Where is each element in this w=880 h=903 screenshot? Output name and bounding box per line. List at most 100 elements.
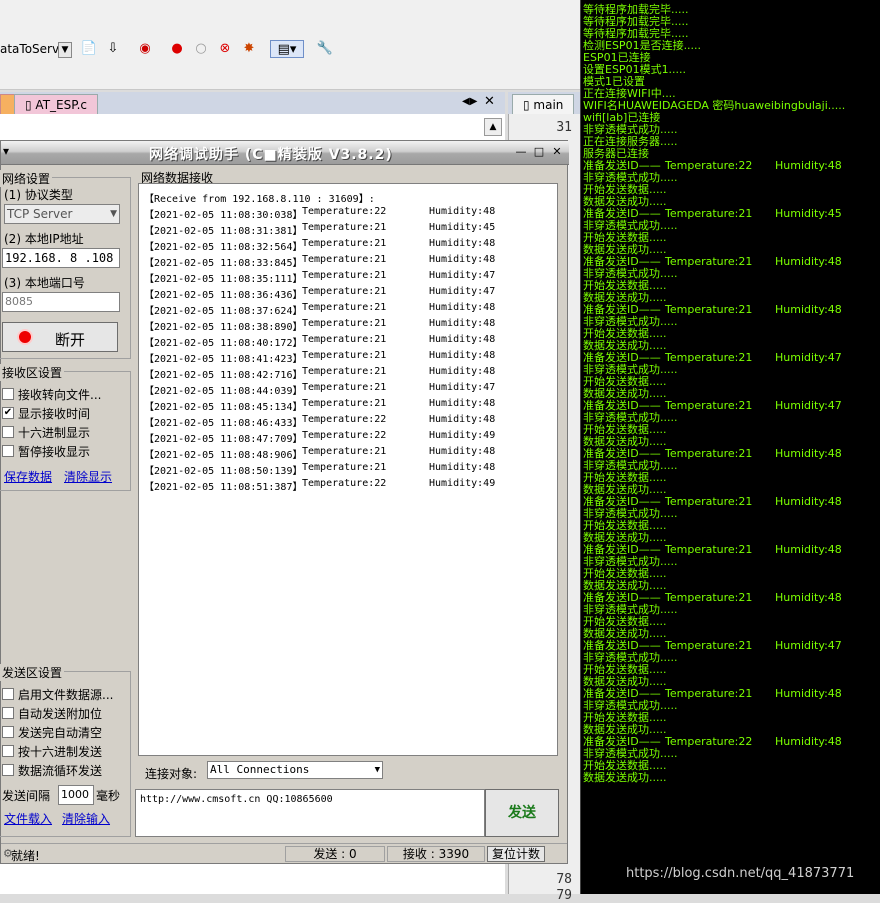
menu-icon[interactable]: ▾ bbox=[3, 144, 9, 158]
log-humidity: Humidity:47 bbox=[429, 270, 496, 281]
window-layout-icon[interactable]: ▤▾ bbox=[270, 40, 304, 58]
scroll-up-icon[interactable]: ▲ bbox=[484, 118, 502, 136]
terminal-humidity: Humidity:48 bbox=[775, 447, 842, 460]
terminal-humidity: Humidity:48 bbox=[775, 303, 842, 316]
terminal-line: 数据发送成功..... bbox=[583, 771, 667, 784]
minimize-icon[interactable]: — bbox=[513, 144, 529, 160]
watermark: https://blog.csdn.net/qq_41873771 bbox=[626, 866, 855, 881]
checkbox-checked[interactable]: ✔ bbox=[2, 407, 14, 419]
checkbox[interactable] bbox=[2, 764, 14, 776]
log-temperature: Temperature:21 bbox=[302, 398, 387, 409]
checkbox[interactable] bbox=[2, 445, 14, 457]
terminal-temperature: Temperature:21 bbox=[665, 255, 753, 268]
network-assistant-window: ▾ 网络调试助手 (C■精装版 V3.8.2) — □ ✕ 网络设置 (1) 协… bbox=[0, 140, 569, 864]
disconnect-button[interactable]: 断开 bbox=[2, 322, 118, 352]
download-icon[interactable]: ⇩ bbox=[104, 40, 122, 58]
send-input[interactable]: http://www.cmsoft.cn QQ:10865600 bbox=[135, 789, 485, 837]
interval-label: 发送间隔 bbox=[2, 789, 51, 803]
log-humidity: Humidity:47 bbox=[429, 286, 496, 297]
debug-icon[interactable]: ◉ bbox=[136, 40, 154, 58]
window-titlebar[interactable]: ▾ 网络调试助手 (C■精装版 V3.8.2) — □ ✕ bbox=[1, 141, 569, 165]
log-timestamp: 【2021-02-05 11:08:36:436】 bbox=[144, 290, 303, 301]
clear-display-link[interactable]: 清除显示 bbox=[64, 468, 112, 485]
log-humidity: Humidity:48 bbox=[429, 254, 496, 265]
checkbox[interactable] bbox=[2, 726, 14, 738]
receive-log[interactable]: 【Receive from 192.168.8.110 : 31609】: 【2… bbox=[138, 183, 558, 756]
status-bar: ⚙ 就绪! 发送 : 0 接收 : 3390 复位计数 bbox=[1, 843, 567, 863]
maximize-icon[interactable]: □ bbox=[531, 144, 547, 160]
log-humidity: Humidity:48 bbox=[429, 302, 496, 313]
connection-select[interactable]: All Connections ▼ bbox=[207, 761, 383, 779]
breakpoint-clear-icon[interactable]: ⊗ bbox=[216, 40, 234, 58]
load-icon[interactable]: 📄 bbox=[80, 40, 98, 58]
option-label[interactable]: 数据流循环发送 bbox=[18, 762, 102, 779]
ide-tab-at-esp[interactable]: ▯ AT_ESP.c bbox=[14, 94, 99, 114]
close-icon[interactable]: ✕ bbox=[484, 94, 495, 109]
interval-field[interactable]: 1000 bbox=[58, 785, 94, 805]
receive-settings-group: 接收区设置 接收转向文件... ✔ 显示接收时间 十六进制显示 暂停接收显示 保… bbox=[0, 364, 131, 491]
log-temperature: Temperature:21 bbox=[302, 222, 387, 233]
send-button[interactable]: 发送 bbox=[485, 789, 559, 837]
ip-label: (2) 本地IP地址 bbox=[4, 232, 84, 246]
log-temperature: Temperature:22 bbox=[302, 414, 387, 425]
kill-breakpoints-icon[interactable]: ✸ bbox=[240, 40, 258, 58]
interval-unit: 毫秒 bbox=[96, 789, 121, 803]
log-humidity: Humidity:48 bbox=[429, 414, 496, 425]
status-led-icon bbox=[17, 329, 33, 345]
file-load-link[interactable]: 文件载入 bbox=[4, 810, 52, 827]
log-timestamp: 【2021-02-05 11:08:51:387】 bbox=[144, 482, 303, 493]
chevron-down-icon[interactable]: ▼ bbox=[110, 205, 117, 223]
close-icon[interactable]: ✕ bbox=[549, 144, 565, 160]
terminal-temperature: Temperature:21 bbox=[665, 639, 753, 652]
terminal-temperature: Temperature:21 bbox=[665, 207, 753, 220]
option-label[interactable]: 暂停接收显示 bbox=[18, 443, 90, 460]
wrench-icon[interactable]: 🔧 bbox=[316, 40, 334, 58]
protocol-select[interactable]: TCP Server ▼ bbox=[4, 204, 120, 224]
breakpoint-icon[interactable]: ● bbox=[168, 40, 186, 58]
line-number: 79 bbox=[556, 888, 572, 903]
ide-tab-bar-right: ▯ main bbox=[508, 92, 580, 114]
breakpoint-disable-icon[interactable]: ○ bbox=[192, 40, 210, 58]
tab-scroll-icon[interactable]: ◀▶ bbox=[462, 96, 477, 107]
option-label[interactable]: 自动发送附加位 bbox=[18, 705, 102, 722]
option-label[interactable]: 发送完自动清空 bbox=[18, 724, 102, 741]
option-label[interactable]: 按十六进制发送 bbox=[18, 743, 102, 760]
terminal-humidity: Humidity:48 bbox=[775, 255, 842, 268]
chevron-down-icon[interactable]: ▼ bbox=[375, 762, 380, 778]
received-count: 接收 : 3390 bbox=[387, 846, 485, 862]
option-label[interactable]: 启用文件数据源... bbox=[18, 686, 113, 703]
log-humidity: Humidity:48 bbox=[429, 318, 496, 329]
clear-input-link[interactable]: 清除输入 bbox=[62, 810, 110, 827]
chevron-down-icon[interactable]: ▼ bbox=[58, 42, 72, 58]
terminal-temperature: Temperature:21 bbox=[665, 687, 753, 700]
terminal-humidity: Humidity:48 bbox=[775, 495, 842, 508]
checkbox[interactable] bbox=[2, 388, 14, 400]
terminal-temperature: Temperature:21 bbox=[665, 543, 753, 556]
checkbox[interactable] bbox=[2, 745, 14, 757]
checkbox[interactable] bbox=[2, 707, 14, 719]
terminal-humidity: Humidity:48 bbox=[775, 687, 842, 700]
log-humidity: Humidity:48 bbox=[429, 350, 496, 361]
terminal-temperature: Temperature:21 bbox=[665, 591, 753, 604]
log-humidity: Humidity:48 bbox=[429, 366, 496, 377]
log-humidity: Humidity:49 bbox=[429, 478, 496, 489]
ide-tab-main[interactable]: ▯ main bbox=[512, 94, 575, 114]
option-label[interactable]: 十六进制显示 bbox=[18, 424, 90, 441]
serial-terminal[interactable]: 等待程序加载完毕..... 等待程序加载完毕..... 等待程序加载完毕..... 检… bbox=[580, 0, 880, 894]
receive-header: 【Receive from 192.168.8.110 : 31609】: bbox=[144, 194, 375, 205]
log-timestamp: 【2021-02-05 11:08:45:134】 bbox=[144, 402, 303, 413]
save-data-link[interactable]: 保存数据 bbox=[4, 468, 52, 485]
port-field[interactable]: 8085 bbox=[2, 292, 120, 312]
file-icon: ▯ bbox=[25, 98, 36, 112]
log-timestamp: 【2021-02-05 11:08:47:709】 bbox=[144, 434, 303, 445]
log-temperature: Temperature:21 bbox=[302, 382, 387, 393]
log-timestamp: 【2021-02-05 11:08:38:890】 bbox=[144, 322, 303, 333]
option-label[interactable]: 显示接收时间 bbox=[18, 405, 90, 422]
checkbox[interactable] bbox=[2, 426, 14, 438]
ip-field[interactable]: 192.168. 8 .108 bbox=[2, 248, 120, 268]
log-timestamp: 【2021-02-05 11:08:48:906】 bbox=[144, 450, 303, 461]
sent-count: 发送 : 0 bbox=[285, 846, 385, 862]
option-label[interactable]: 接收转向文件... bbox=[18, 386, 101, 403]
reset-count-button[interactable]: 复位计数 bbox=[487, 846, 545, 862]
checkbox[interactable] bbox=[2, 688, 14, 700]
